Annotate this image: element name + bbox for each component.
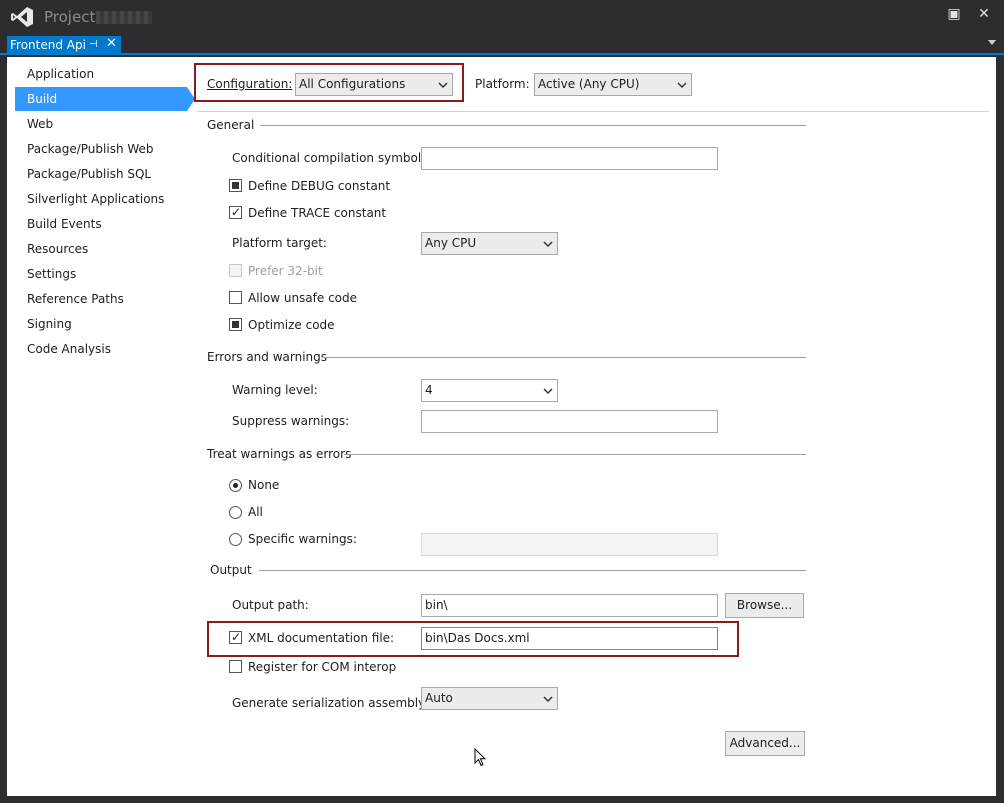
- xml-doc-label: XML documentation file:: [248, 631, 395, 645]
- checkmark-icon: ✓: [231, 630, 242, 644]
- define-trace-checkbox[interactable]: ✓: [229, 206, 242, 219]
- general-section-line: [260, 125, 806, 126]
- checkmark-icon: ✓: [231, 205, 242, 219]
- prefer-32bit-checkbox: [229, 264, 242, 277]
- close-icon: ✕: [978, 6, 990, 22]
- com-interop-checkbox[interactable]: [229, 660, 242, 673]
- output-section-title: Output: [210, 563, 252, 577]
- treat-warnings-section-line: [344, 454, 806, 455]
- configuration-dropdown[interactable]: All Configurations: [295, 73, 453, 96]
- output-path-label: Output path:: [232, 598, 309, 612]
- optimize-code-checkbox[interactable]: [229, 318, 242, 331]
- allow-unsafe-checkbox[interactable]: [229, 291, 242, 304]
- indeterminate-mark-icon: [232, 182, 239, 189]
- output-section-line: [259, 570, 806, 571]
- tab-overflow-dropdown-icon[interactable]: [988, 40, 996, 45]
- browse-button[interactable]: Browse...: [725, 593, 804, 618]
- define-debug-checkbox[interactable]: [229, 179, 242, 192]
- radio-all[interactable]: [229, 506, 242, 519]
- allow-unsafe-label: Allow unsafe code: [248, 291, 358, 305]
- chevron-down-icon: [543, 696, 553, 703]
- com-interop-label: Register for COM interop: [248, 660, 397, 674]
- advanced-button[interactable]: Advanced...: [725, 731, 805, 756]
- chevron-down-icon: [543, 388, 553, 395]
- warning-level-dropdown[interactable]: 4: [421, 379, 558, 402]
- radio-specific[interactable]: [229, 533, 242, 546]
- warning-level-label: Warning level:: [232, 383, 318, 397]
- platform-dropdown[interactable]: Active (Any CPU): [534, 73, 692, 96]
- pin-icon[interactable]: ⊣: [89, 36, 98, 54]
- maximize-icon: ▣: [947, 6, 961, 22]
- header-divider: [197, 111, 989, 112]
- optimize-code-label: Optimize code: [248, 318, 335, 332]
- conditional-symbols-label: Conditional compilation symbols:: [232, 151, 432, 165]
- chevron-down-icon: [438, 82, 448, 89]
- serialization-label: Generate serialization assembly:: [232, 696, 429, 710]
- configuration-label: Configuration:: [207, 77, 293, 91]
- platform-label: Platform:: [475, 77, 530, 91]
- output-path-input[interactable]: bin\: [421, 594, 718, 617]
- title-bar: Project ▣ ✕: [0, 0, 1004, 34]
- errors-section-line: [322, 357, 806, 358]
- project-properties-panel: Application Build Web Package/Publish We…: [7, 57, 996, 796]
- prefer-32bit-label: Prefer 32-bit: [248, 264, 323, 278]
- radio-selected-dot-icon: [233, 483, 238, 488]
- build-settings: Configuration: All Configurations Platfo…: [7, 57, 996, 796]
- tab-label: Frontend Api: [10, 38, 86, 52]
- errors-section-title: Errors and warnings: [207, 350, 328, 364]
- radio-none-label: None: [248, 478, 280, 492]
- chevron-down-icon: [677, 82, 687, 89]
- define-debug-label: Define DEBUG constant: [248, 179, 391, 193]
- general-section-title: General: [207, 118, 255, 132]
- serialization-dropdown[interactable]: Auto: [421, 687, 558, 710]
- suppress-warnings-label: Suppress warnings:: [232, 414, 350, 428]
- tab-frontend-api[interactable]: Frontend Api ⊣ ✕: [7, 36, 121, 55]
- close-window-button[interactable]: ✕: [974, 6, 994, 22]
- window-title: Project: [44, 8, 96, 26]
- document-tab-strip: Frontend Api ⊣ ✕: [0, 36, 1004, 55]
- xml-doc-path-input[interactable]: bin\Das Docs.xml: [421, 627, 718, 650]
- define-trace-label: Define TRACE constant: [248, 206, 387, 220]
- radio-all-label: All: [248, 505, 263, 519]
- platform-target-dropdown[interactable]: Any CPU: [421, 232, 558, 255]
- radio-none[interactable]: [229, 479, 242, 492]
- conditional-symbols-input[interactable]: [421, 147, 718, 170]
- indeterminate-mark-icon: [232, 321, 239, 328]
- redacted-project-name: [96, 11, 152, 24]
- chevron-down-icon: [543, 241, 553, 248]
- xml-doc-checkbox[interactable]: ✓: [229, 631, 242, 644]
- platform-target-label: Platform target:: [232, 236, 327, 250]
- visual-studio-logo-icon: [11, 7, 33, 27]
- close-tab-icon[interactable]: ✕: [106, 35, 117, 53]
- mouse-cursor-icon: [474, 748, 487, 767]
- radio-specific-label: Specific warnings:: [248, 532, 357, 546]
- specific-warnings-input: [421, 533, 718, 556]
- maximize-button[interactable]: ▣: [944, 6, 964, 22]
- treat-warnings-section-title: Treat warnings as errors: [207, 447, 352, 461]
- suppress-warnings-input[interactable]: [421, 410, 718, 433]
